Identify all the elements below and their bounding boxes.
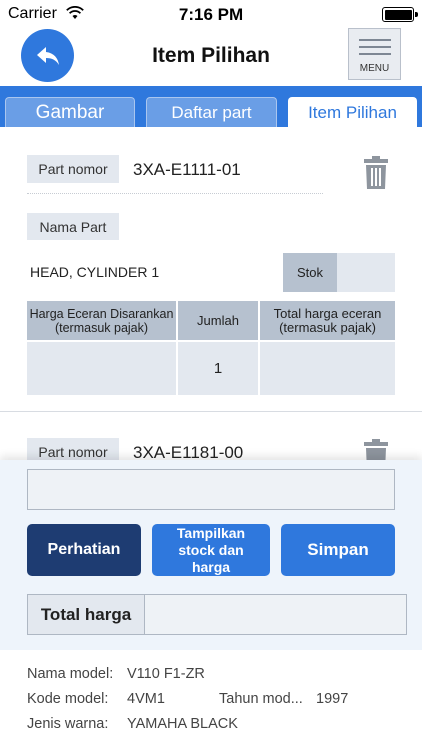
menu-label: MENU [359,63,390,74]
color-value: YAMAHA BLACK [127,716,238,732]
part-number-value: 3XA-E1111-01 [133,160,241,179]
total-price-label: Total harga [27,594,145,635]
note-input[interactable] [27,469,395,510]
item-card: Part nomor 3XA-E1111-01 Nama Part HEAD, … [0,127,422,412]
menu-button[interactable]: MENU [348,28,401,80]
clock: 7:16 PM [178,5,244,24]
tab-item-pilihan[interactable]: Item Pilihan [288,97,417,127]
battery-icon [382,7,418,22]
part-name-label: Nama Part [27,213,119,240]
price-header: Harga Eceran Disarankan (termasuk pajak) [27,301,176,340]
quantity-header: Jumlah [178,301,258,340]
total-price-cell [260,342,395,395]
stock-value [337,253,395,292]
show-stock-price-button[interactable]: Tampilkan stock dan harga [152,524,270,576]
model-year-value: 1997 [316,691,349,707]
total-price-value [145,594,407,635]
stock-label: Stok [283,253,337,292]
tab-daftar-part[interactable]: Daftar part [146,97,277,127]
tab-gambar[interactable]: Gambar [5,97,135,127]
header: Item Pilihan MENU [0,28,422,86]
model-name-label: Nama model: [27,666,114,682]
trash-icon[interactable] [363,156,389,194]
model-name-value: V110 F1-ZR [127,666,205,682]
part-number-label: Part nomor [27,155,119,183]
part-name-value: HEAD, CYLINDER 1 [30,264,160,280]
item-card: Part nomor 3XA-E1181-00 [0,413,422,472]
action-panel: Perhatian Tampilkan stock dan harga Simp… [0,460,422,650]
save-button[interactable]: Simpan [281,524,395,576]
model-info: Nama model: V110 F1-ZR Kode model: 4VM1 … [0,650,422,750]
tab-bar: Gambar Daftar part Item Pilihan [0,86,422,127]
total-price-header: Total harga eceran (termasuk pajak) [260,301,395,340]
model-code-value: 4VM1 [127,691,165,707]
hamburger-icon [359,39,391,60]
status-bar: Carrier 7:16 PM [0,0,422,28]
quantity-cell[interactable]: 1 [178,342,258,395]
divider [27,193,323,194]
price-cell [27,342,176,395]
attention-button[interactable]: Perhatian [27,524,141,576]
model-year-label: Tahun mod... [219,691,303,707]
model-code-label: Kode model: [27,691,109,707]
color-label: Jenis warna: [27,716,109,732]
